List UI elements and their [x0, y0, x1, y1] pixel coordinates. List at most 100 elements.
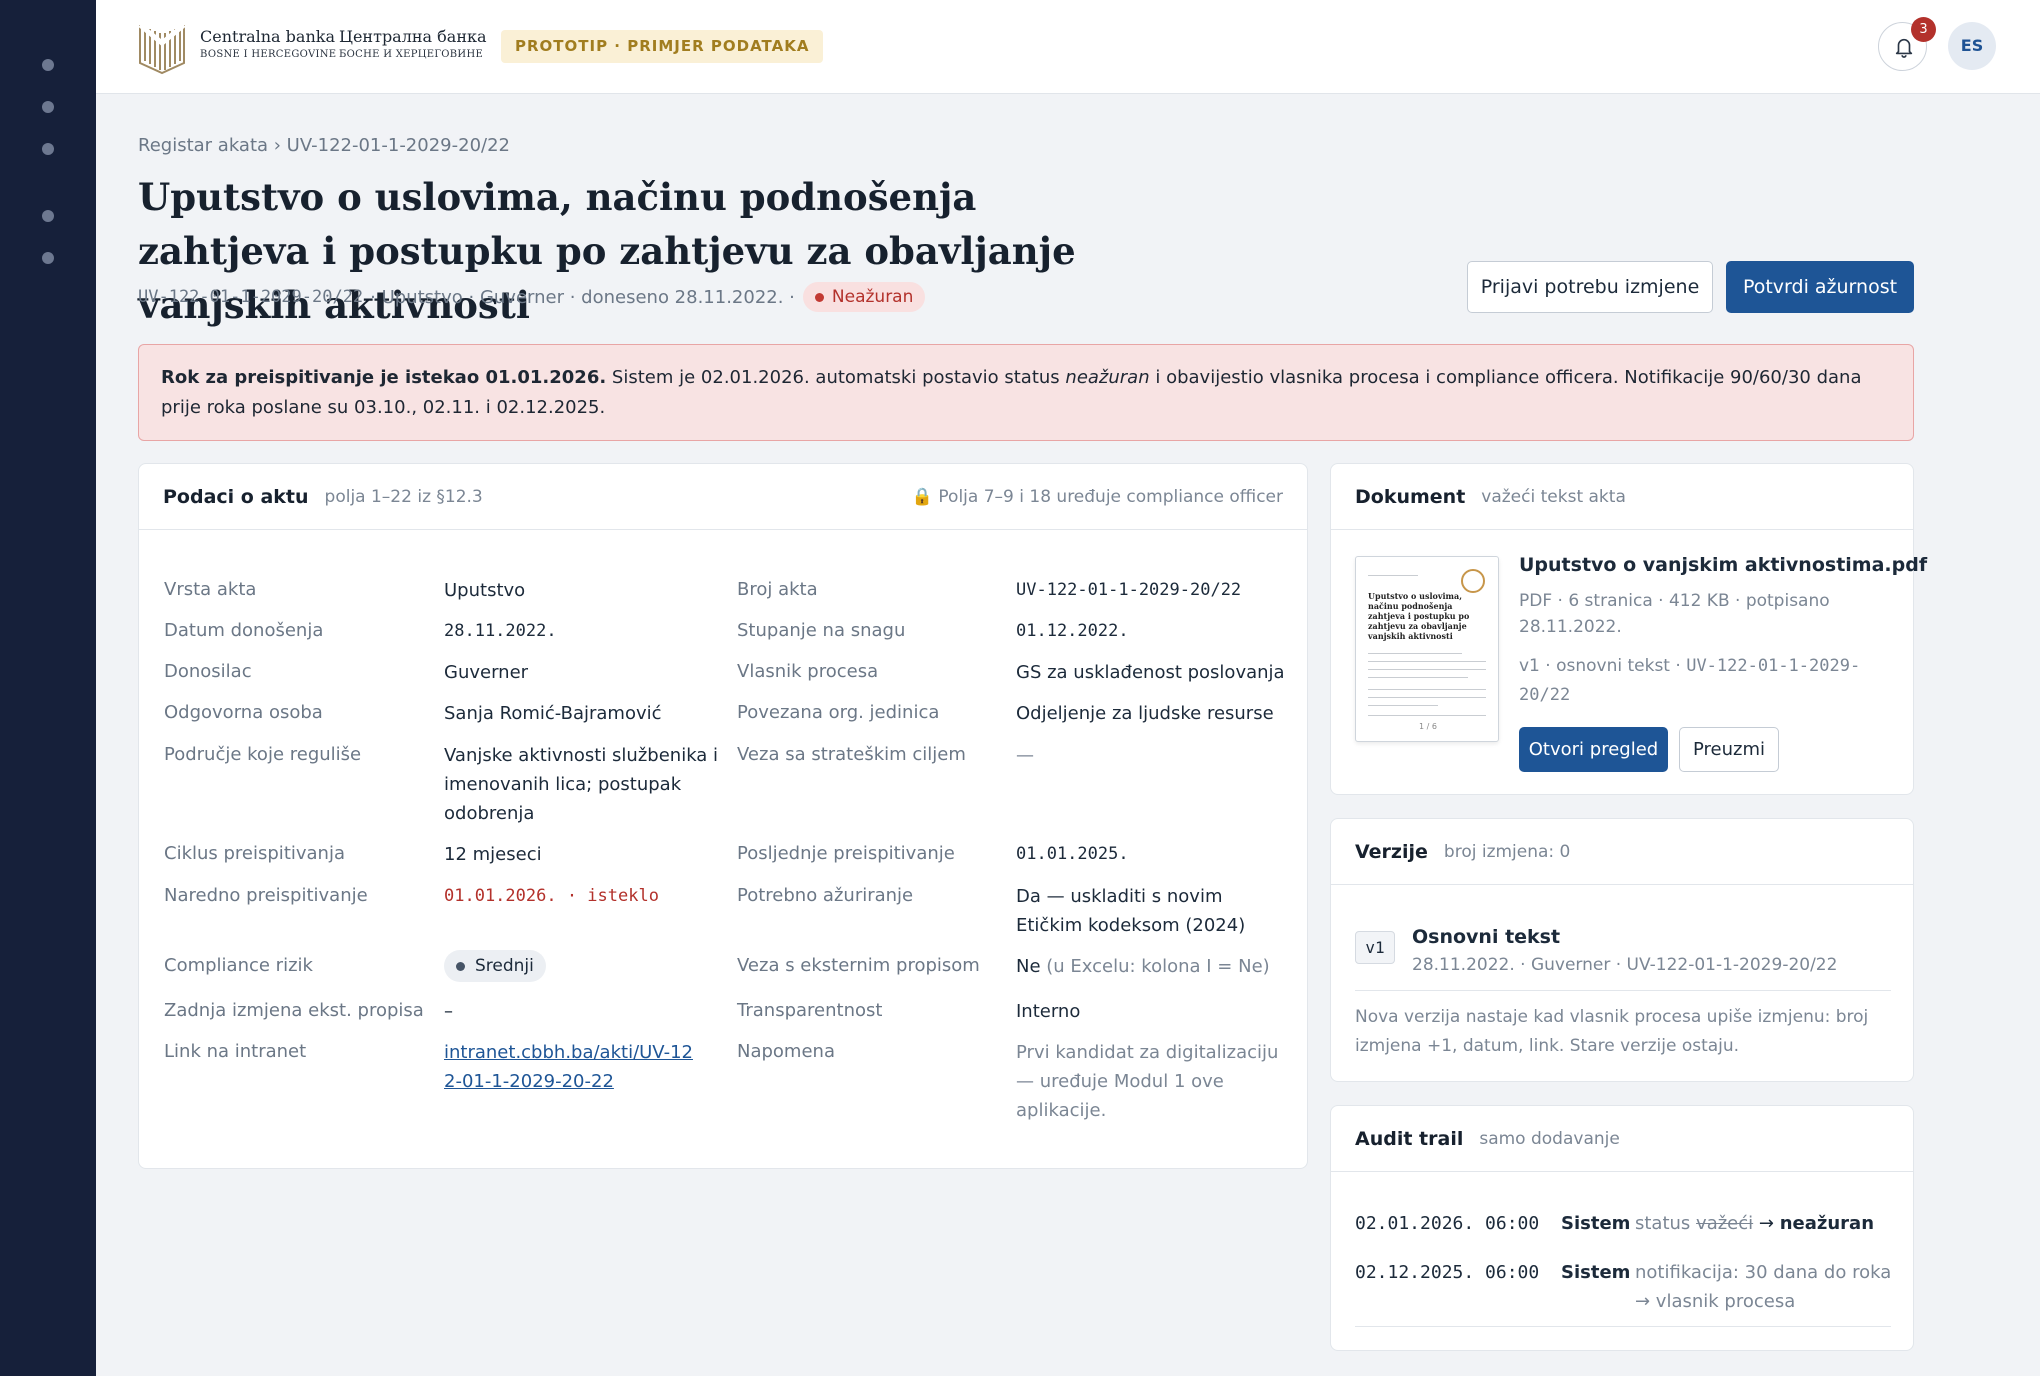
field-label: Naredno preispitivanje — [164, 885, 368, 906]
field-value: Interno — [1016, 1001, 1081, 1022]
next-review-value: 01.01.2026. · isteklo — [444, 886, 659, 906]
field-value: GS za usklađenost poslovanja — [1016, 662, 1285, 683]
field-value: 28.11.2022. — [444, 621, 557, 641]
field-label: Odgovorna osoba — [164, 702, 323, 723]
audit-event: notifikacija: 30 dana do roka → vlasnik … — [1635, 1262, 1892, 1312]
audit-time: 02.01.2026. 06:00 — [1355, 1213, 1540, 1234]
field-label: Napomena — [737, 1041, 835, 1062]
sidebar — [0, 0, 96, 1376]
risk-chip: Srednji — [444, 950, 546, 982]
download-button[interactable]: Preuzmi — [1679, 727, 1779, 772]
field-value: 12 mjeseci — [444, 844, 542, 865]
field-value: Guverner — [444, 662, 529, 683]
field-label: Stupanje na snagu — [737, 620, 906, 641]
act-meta-text: · Uputstvo · Guverner · doneseno 28.11.2… — [370, 286, 795, 308]
field-label: Posljednje preispitivanje — [737, 843, 955, 864]
field-label: Donosilac — [164, 661, 252, 682]
version-name[interactable]: Osnovni tekst — [1412, 926, 1560, 948]
sidebar-nav-item-2[interactable] — [42, 101, 54, 113]
seal-icon — [1461, 569, 1485, 593]
review-expired-alert: Rok za preispitivanje je istekao 01.01.2… — [138, 344, 1914, 441]
card-subtitle: samo dodavanje — [1479, 1128, 1620, 1149]
confirm-current-button[interactable]: Potvrdi ažurnost — [1726, 261, 1914, 313]
field-value: – — [444, 1001, 453, 1022]
field-label: Broj akta — [737, 579, 818, 600]
file-meta: PDF · 6 stranica · 412 KB · potpisano 28… — [1519, 591, 1830, 637]
notification-count-badge: 3 — [1911, 17, 1936, 42]
version-meta: 28.11.2022. · Guverner · UV-122-01-1-202… — [1412, 955, 1838, 975]
field-value: Odjeljenje za ljudske resurse — [1016, 703, 1274, 724]
card-title: Podaci o aktu — [163, 485, 309, 508]
field-value: UV-122-01-1-2029-20/22 — [1016, 580, 1242, 600]
field-label: Vrsta akta — [164, 579, 257, 600]
act-details-header: Podaci o aktu polja 1–22 iz §12.3 🔒 Polj… — [139, 464, 1307, 530]
field-label: Ciklus preispitivanja — [164, 843, 345, 864]
alert-text-1: Sistem je 02.01.2026. automatski postavi… — [611, 367, 1060, 388]
divider — [1355, 990, 1891, 991]
audit-time: 02.12.2025. 06:00 — [1355, 1262, 1540, 1283]
audit-actor: Sistem — [1561, 1213, 1631, 1234]
card-subtitle: važeći tekst akta — [1481, 486, 1626, 507]
field-value: Ne (u Excelu: kolona I = Ne) — [1016, 956, 1270, 977]
audit-header: Audit trail samo dodavanje — [1331, 1106, 1913, 1172]
version-tag: v1 — [1355, 931, 1395, 964]
document-card: Dokument važeći tekst akta Uputstvo o us… — [1330, 463, 1927, 795]
compliance-risk-value: Srednji — [444, 950, 546, 982]
status-label: Neažuran — [831, 287, 914, 307]
card-title: Verzije — [1355, 840, 1428, 863]
lock-note: 🔒 Polja 7–9 i 18 uređuje compliance offi… — [911, 486, 1283, 507]
audit-event: status važeći → neažuran — [1635, 1213, 1875, 1234]
user-avatar[interactable]: ES — [1948, 22, 1996, 70]
thumbnail-page: 1 / 6 — [1419, 722, 1437, 731]
field-value: — — [1016, 745, 1034, 766]
bank-logo-icon — [138, 23, 186, 75]
thumbnail-title: Uputstvo o uslovima, načinu podnošenja z… — [1368, 591, 1470, 641]
field-label: Datum donošenja — [164, 620, 324, 641]
status-dot-icon — [814, 292, 824, 302]
field-value: Sanja Romić-Bajramović — [444, 703, 662, 724]
file-version: v1 · osnovni tekst · UV-122-01-1-2029-20… — [1519, 656, 1861, 705]
breadcrumb[interactable]: Registar akata › UV-122-01-1-2029-20/22 — [138, 135, 510, 156]
sidebar-nav-item-3[interactable] — [42, 143, 54, 155]
intranet-link[interactable]: intranet.cbbh.ba/akti/UV-122-01-1-2029-2… — [444, 1038, 694, 1096]
field-label: Link na intranet — [164, 1041, 307, 1062]
audit-trail-card: Audit trail samo dodavanje 02.01.2026. 0… — [1330, 1105, 1914, 1351]
act-meta-line: UV-122-01-1-2029-20/22 · Uputstvo · Guve… — [138, 281, 926, 313]
field-label: Transparentnost — [737, 1000, 883, 1021]
field-value: 01.12.2022. — [1016, 621, 1129, 641]
file-name[interactable]: Uputstvo o vanjskim aktivnostima.pdf — [1519, 554, 1927, 576]
sidebar-nav-item-4[interactable] — [42, 210, 54, 222]
risk-dot-icon — [456, 961, 465, 971]
field-value: Prvi kandidat za digitalizaciju — uređuj… — [1016, 1042, 1279, 1121]
field-value: Da — uskladiti s novim Etičkim kodeksom … — [1016, 886, 1246, 936]
top-bar: Centralna banka BOSNE I HERCEGOVINE Цент… — [96, 0, 2040, 94]
field-label: Veza s eksternim propisom — [737, 955, 980, 976]
divider — [1355, 1326, 1891, 1327]
field-label: Zadnja izmjena ekst. propisa — [164, 1000, 424, 1021]
field-label: Veza sa strateškim ciljem — [737, 744, 966, 765]
field-label: Compliance rizik — [164, 955, 313, 976]
card-subtitle: polja 1–22 iz §12.3 — [324, 486, 483, 507]
card-title: Audit trail — [1355, 1127, 1464, 1150]
sidebar-nav-item-1[interactable] — [42, 59, 54, 71]
field-value: 01.01.2025. — [1016, 844, 1129, 864]
logo-text-cyrillic: Централна банка БОСНЕ И ХЕРЦЕГОВИНЕ — [339, 27, 487, 60]
open-preview-button[interactable]: Otvori pregled — [1519, 727, 1668, 772]
document-header: Dokument važeći tekst akta — [1331, 464, 1913, 530]
versions-card: Verzije broj izmjena: 0 v1 Osnovni tekst… — [1330, 818, 1914, 1082]
sidebar-nav-item-5[interactable] — [42, 252, 54, 264]
logo-text-latin: Centralna banka BOSNE I HERCEGOVINE — [200, 27, 337, 60]
field-label: Povezana org. jedinica — [737, 702, 940, 723]
field-value: Uputstvo — [444, 580, 526, 601]
field-label: Potrebno ažuriranje — [737, 885, 914, 906]
report-change-button[interactable]: Prijavi potrebu izmjene — [1467, 261, 1713, 313]
alert-status-word: neažuran — [1065, 367, 1150, 388]
field-label: Područje koje reguliše — [164, 744, 362, 765]
lock-icon: 🔒 — [911, 486, 933, 507]
field-value: Vanjske aktivnosti službenika i imenovan… — [444, 745, 719, 824]
card-subtitle: broj izmjena: 0 — [1443, 841, 1571, 862]
status-badge: Neažuran — [802, 282, 926, 312]
audit-actor: Sistem — [1561, 1262, 1631, 1283]
document-thumbnail[interactable]: Uputstvo o uslovima, načinu podnošenja z… — [1355, 556, 1499, 742]
act-code: UV-122-01-1-2029-20/22 — [138, 287, 364, 307]
